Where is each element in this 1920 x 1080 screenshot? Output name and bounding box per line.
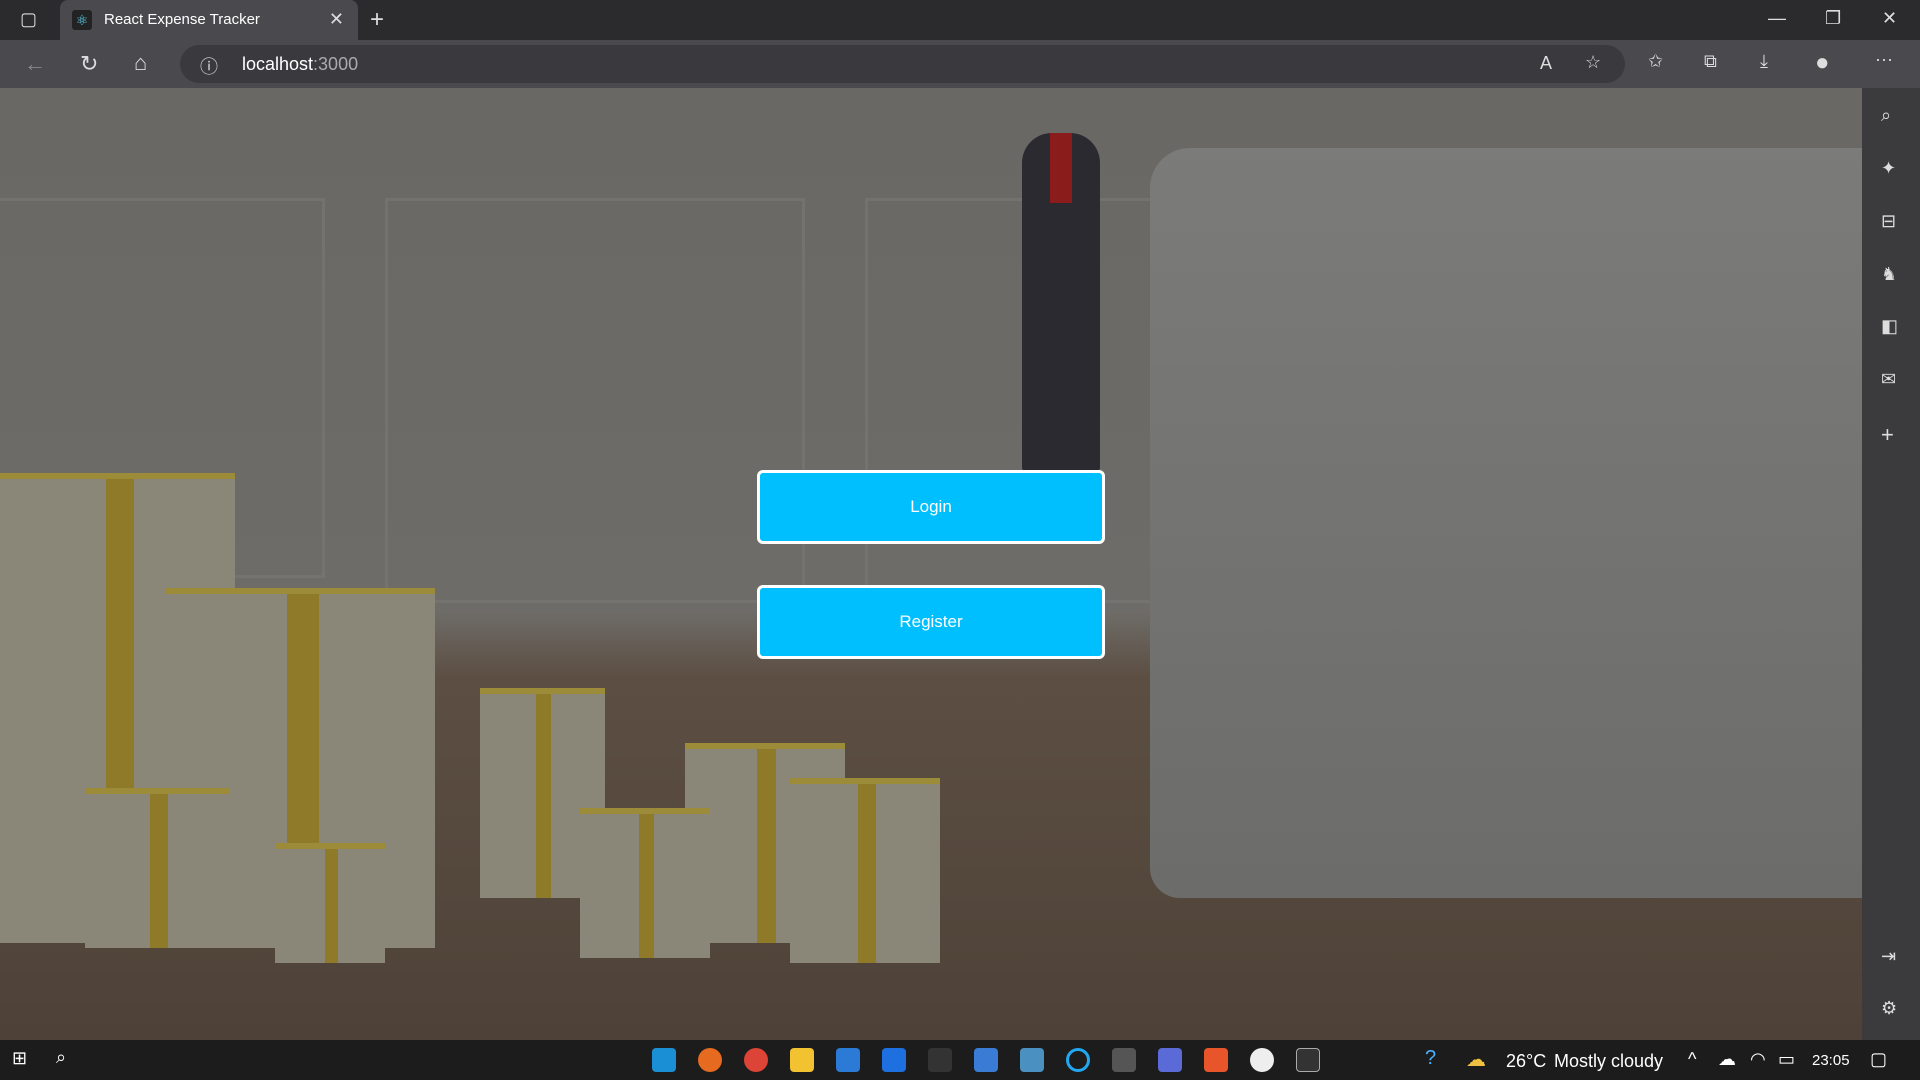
address-bar: ← ↻ ⌂ ⓘ localhost:3000 A ☆ ✩ ⧉ ⤓ ● ··· (0, 40, 1920, 88)
settings-icon[interactable]: ⚙ (1881, 998, 1897, 1019)
taskbar: ⊞ ⌕ ? ☁ 26°C Mostly cloudy ^ ☁ ◠ ▭ 23:05… (0, 1040, 1920, 1080)
file-explorer-icon[interactable] (790, 1048, 814, 1072)
office-icon[interactable]: ◧ (1881, 316, 1898, 337)
register-button[interactable]: Register (757, 585, 1105, 659)
hide-sidebar-icon[interactable]: ⇥ (1881, 946, 1896, 967)
tab-actions-icon[interactable]: ▢ (20, 9, 37, 30)
cortana-icon[interactable] (1066, 1048, 1090, 1072)
app-icon[interactable] (1158, 1048, 1182, 1072)
battery-icon[interactable]: ▭ (1778, 1049, 1795, 1070)
discover-icon[interactable]: ✦ (1881, 158, 1896, 179)
app-icon[interactable] (1250, 1048, 1274, 1072)
dropbox-icon[interactable] (882, 1048, 906, 1072)
info-icon[interactable]: ⓘ (200, 53, 218, 79)
onedrive-icon[interactable]: ☁ (1718, 1049, 1736, 1070)
more-icon[interactable]: ··· (1875, 49, 1893, 70)
collections-icon[interactable]: ⧉ (1704, 51, 1717, 72)
tab-bar: ▢ ⚛ React Expense Tracker ✕ + — ❐ ✕ (0, 0, 1920, 40)
chevron-up-icon[interactable]: ^ (1688, 1049, 1696, 1070)
page-background (0, 88, 1862, 1040)
notifications-icon[interactable]: ▢ (1870, 1049, 1887, 1070)
close-tab-icon[interactable]: ✕ (329, 9, 344, 30)
home-icon[interactable]: ⌂ (134, 50, 147, 76)
new-tab-icon[interactable]: + (370, 6, 384, 34)
app-icon[interactable] (1020, 1048, 1044, 1072)
url-input[interactable]: ⓘ localhost:3000 A ☆ (180, 45, 1625, 83)
app-icon[interactable] (1112, 1048, 1136, 1072)
firefox-icon[interactable] (698, 1048, 722, 1072)
add-icon[interactable]: + (1881, 422, 1894, 448)
add-favorite-icon[interactable]: ☆ (1585, 52, 1601, 73)
tools-icon[interactable]: ⊟ (1881, 211, 1896, 232)
restore-icon[interactable]: ❐ (1825, 8, 1841, 29)
sofa-image (1150, 148, 1862, 898)
downloads-icon[interactable]: ⤓ (1760, 51, 1768, 72)
search-icon[interactable]: ⌕ (1881, 105, 1891, 126)
edge-icon[interactable] (652, 1048, 676, 1072)
favorites-icon[interactable]: ✩ (1648, 51, 1663, 72)
mail-icon[interactable] (836, 1048, 860, 1072)
refresh-icon[interactable]: ↻ (80, 51, 98, 77)
app-icon[interactable] (928, 1048, 952, 1072)
tab-react-expense-tracker[interactable]: ⚛ React Expense Tracker ✕ (60, 0, 358, 40)
terminal-icon[interactable] (1296, 1048, 1320, 1072)
wine-bottle-image (1022, 133, 1100, 473)
login-button[interactable]: Login (757, 470, 1105, 544)
search-icon[interactable]: ⌕ (56, 1047, 66, 1068)
games-icon[interactable]: ♞ (1881, 264, 1897, 285)
weather-text[interactable]: Mostly cloudy (1554, 1051, 1663, 1072)
wifi-icon[interactable]: ◠ (1750, 1049, 1766, 1070)
clock[interactable]: 23:05 (1812, 1052, 1850, 1069)
weather-icon[interactable]: ☁ (1466, 1047, 1486, 1072)
back-icon[interactable]: ← (24, 51, 46, 77)
minimize-icon[interactable]: — (1768, 8, 1786, 29)
help-icon[interactable]: ? (1425, 1047, 1436, 1070)
chrome-icon[interactable] (744, 1048, 768, 1072)
app-icon[interactable] (974, 1048, 998, 1072)
outlook-icon[interactable]: ✉ (1881, 369, 1896, 390)
close-window-icon[interactable]: ✕ (1882, 8, 1897, 29)
profile-avatar-icon[interactable]: ● (1815, 49, 1830, 77)
edge-sidebar: ⌕ ✦ ⊟ ♞ ◧ ✉ + ⇥ ⚙ (1862, 88, 1920, 1040)
app-icon[interactable] (1204, 1048, 1228, 1072)
react-icon: ⚛ (72, 10, 92, 30)
read-aloud-icon[interactable]: A (1540, 53, 1552, 74)
windows-start-icon[interactable]: ⊞ (12, 1048, 27, 1069)
